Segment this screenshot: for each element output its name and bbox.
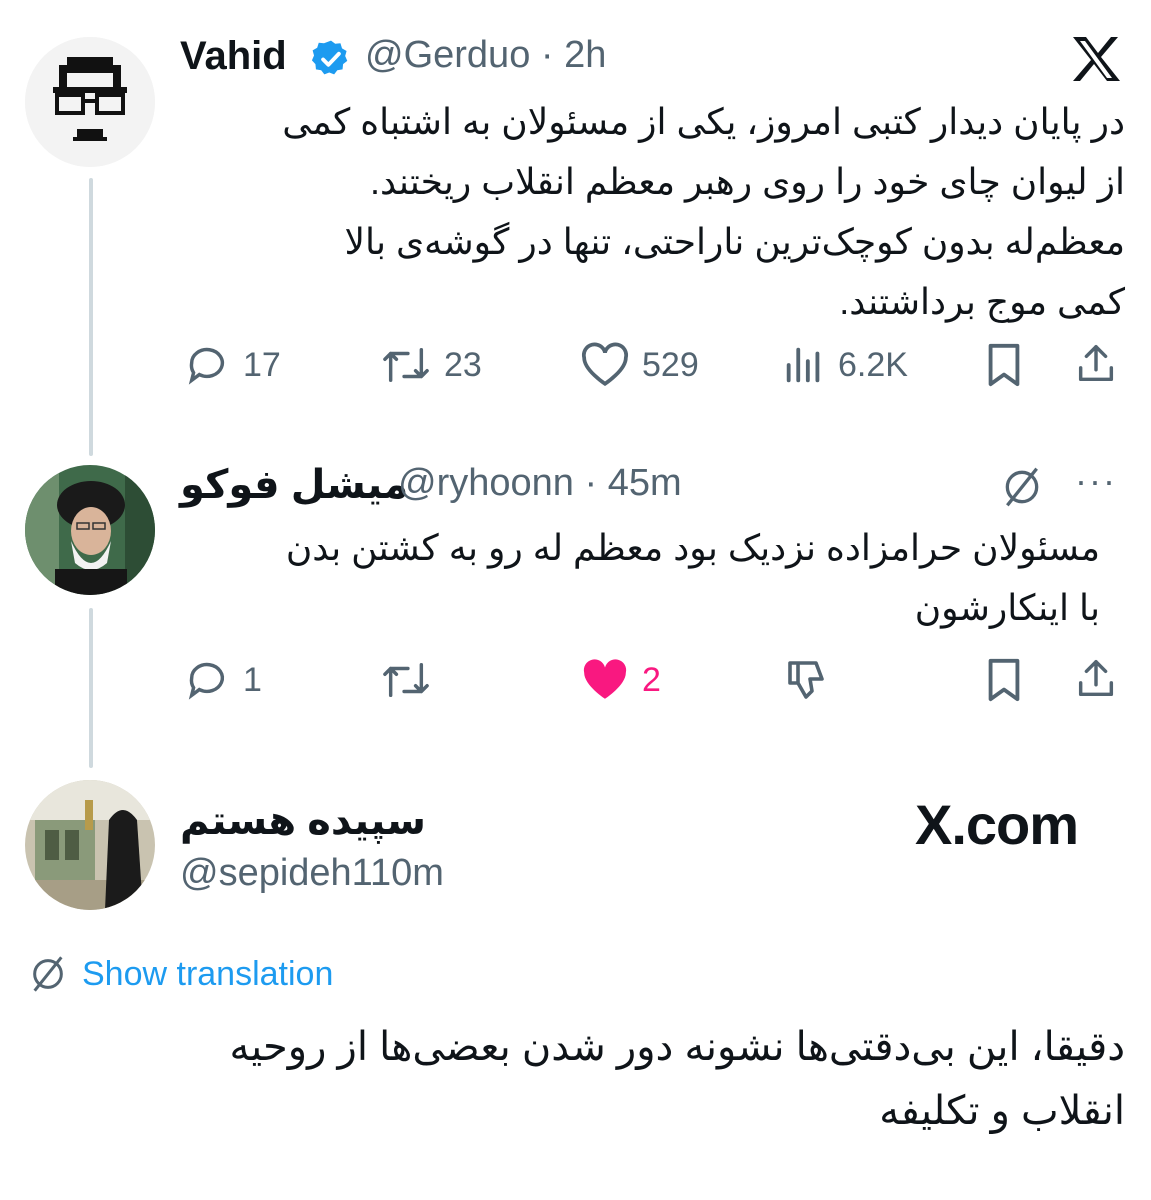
translate-icon[interactable] bbox=[1000, 465, 1044, 509]
translate-icon bbox=[33, 956, 63, 992]
tweet-text: دقیقا، این بی‌دقتی‌ها نشونه دور شدن بعضی… bbox=[229, 1025, 1125, 1133]
show-translation-link[interactable]: Show translation bbox=[82, 955, 333, 994]
reply-icon bbox=[188, 347, 225, 385]
avatar-photo bbox=[25, 780, 155, 910]
heart-icon bbox=[581, 342, 629, 386]
views-chart-icon bbox=[786, 347, 820, 383]
thread-line bbox=[89, 178, 93, 456]
views-button[interactable]: 6.2K bbox=[782, 342, 908, 388]
verified-badge-icon bbox=[311, 40, 348, 75]
bookmark-icon[interactable] bbox=[983, 342, 1025, 388]
tweet-text: مسئولان حرامزاده نزدیک بود معظم له رو به… bbox=[285, 527, 1100, 628]
author-handle[interactable]: @ryhoonn · 45m bbox=[398, 462, 682, 505]
timestamp: 45m bbox=[607, 462, 682, 504]
author-name[interactable]: Vahid bbox=[180, 34, 287, 79]
x-logo-icon bbox=[1073, 37, 1120, 81]
like-button[interactable]: 2 bbox=[580, 657, 661, 703]
author-name[interactable]: میشل فوکو bbox=[180, 462, 408, 508]
reply-icon bbox=[188, 662, 225, 700]
timestamp: 2h bbox=[564, 34, 607, 76]
repost-icon bbox=[383, 662, 429, 698]
repost-button[interactable] bbox=[380, 657, 432, 703]
dislike-icon[interactable] bbox=[782, 655, 830, 703]
avatar[interactable] bbox=[25, 780, 155, 910]
bookmark-icon[interactable] bbox=[983, 657, 1025, 703]
more-options-button[interactable]: ··· bbox=[1075, 460, 1117, 502]
x-dot-com-watermark: X.com bbox=[915, 793, 1079, 856]
share-icon[interactable] bbox=[1073, 655, 1119, 703]
author-handle[interactable]: @Gerduo · 2h bbox=[365, 34, 606, 77]
heart-filled-icon bbox=[583, 659, 627, 699]
avatar-photo bbox=[25, 465, 155, 595]
author-name[interactable]: سپیده هستم bbox=[180, 798, 426, 844]
share-icon[interactable] bbox=[1073, 340, 1119, 388]
repost-button[interactable]: 23 bbox=[380, 342, 482, 388]
avatar[interactable] bbox=[25, 37, 155, 167]
like-button[interactable]: 529 bbox=[580, 342, 699, 388]
reply-button[interactable]: 1 bbox=[183, 657, 262, 703]
reply-button[interactable]: 17 bbox=[183, 342, 281, 388]
avatar[interactable] bbox=[25, 465, 155, 595]
author-handle[interactable]: @sepideh110m bbox=[180, 852, 444, 895]
repost-icon bbox=[383, 347, 429, 383]
thread-line bbox=[89, 608, 93, 768]
avatar-pixel-face-icon bbox=[25, 37, 155, 167]
tweet-text: در پایان دیدار کتبی امروز، یکی از مسئولا… bbox=[282, 101, 1125, 322]
